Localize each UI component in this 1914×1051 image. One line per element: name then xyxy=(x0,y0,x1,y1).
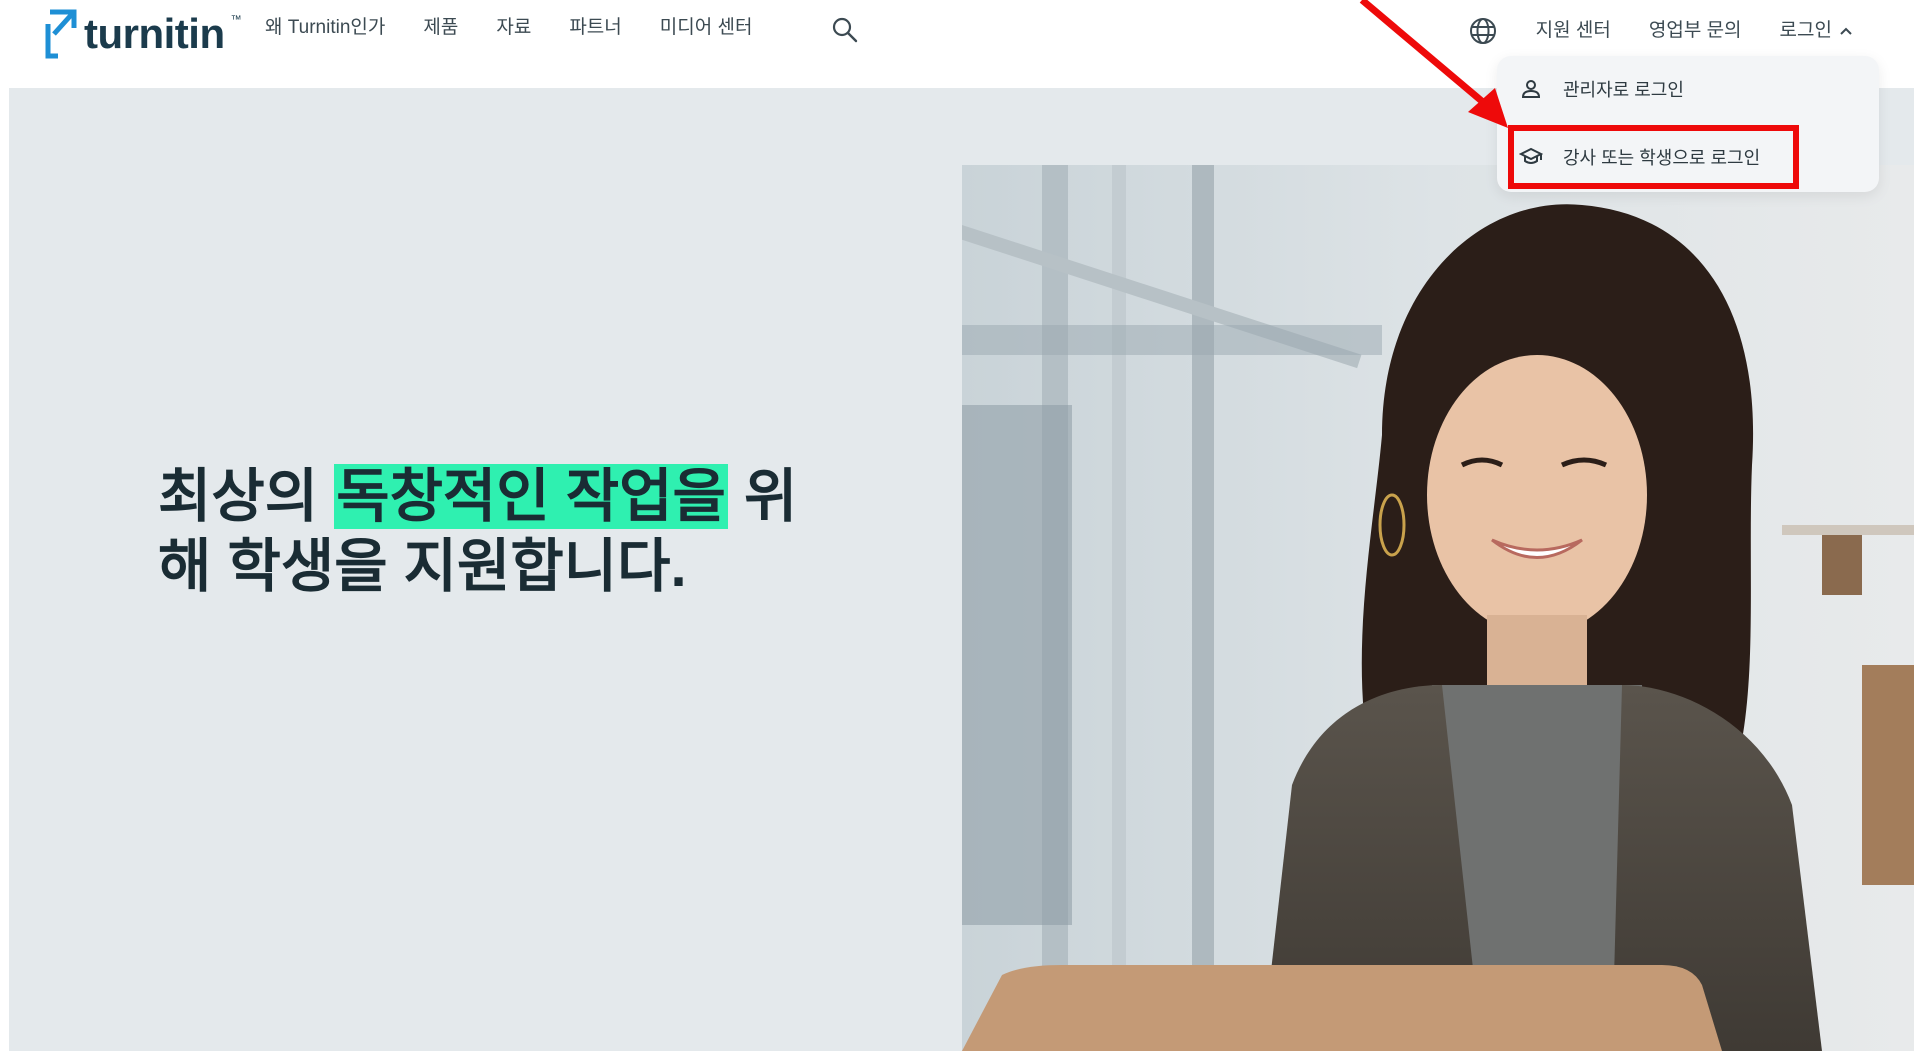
nav-item-media-center[interactable]: 미디어 센터 xyxy=(660,16,753,40)
login-dropdown-toggle[interactable]: 로그인 xyxy=(1780,19,1854,43)
chevron-up-icon xyxy=(1840,27,1852,35)
logo-text: turnitin xyxy=(84,10,225,57)
hero-headline: 최상의 독창적인 작업을 위해 학생을 지원합니다. xyxy=(158,462,818,602)
search-icon[interactable] xyxy=(830,15,860,45)
student-photo-image xyxy=(962,165,1914,1051)
nav-item-products[interactable]: 제품 xyxy=(423,16,458,40)
nav-item-partners[interactable]: 파트너 xyxy=(569,16,621,40)
annotation-arrow-icon xyxy=(1359,0,1508,128)
trademark-mark: ™ xyxy=(230,14,242,26)
main-nav: 왜 Turnitin인가 제품 자료 파트너 미디어 센터 xyxy=(265,16,790,40)
login-as-admin-label: 관리자로 로그인 xyxy=(1563,80,1684,100)
login-label: 로그인 xyxy=(1779,20,1832,41)
annotation-highlight-box xyxy=(1508,125,1799,189)
sales-inquiry-link[interactable]: 영업부 문의 xyxy=(1649,19,1742,43)
nav-item-resources[interactable]: 자료 xyxy=(496,16,531,40)
headline-part-1: 최상의 xyxy=(158,464,335,529)
support-center-link[interactable]: 지원 센터 xyxy=(1536,19,1611,43)
headline-highlight: 독창적인 작업을 xyxy=(334,464,728,529)
nav-item-why-turnitin[interactable]: 왜 Turnitin인가 xyxy=(265,16,385,40)
logo-icon xyxy=(45,9,77,59)
turnitin-logo[interactable]: turnitin ™ xyxy=(44,6,242,62)
login-as-admin-item[interactable]: 관리자로 로그인 xyxy=(1519,76,1684,102)
hero-photo xyxy=(962,165,1914,1051)
